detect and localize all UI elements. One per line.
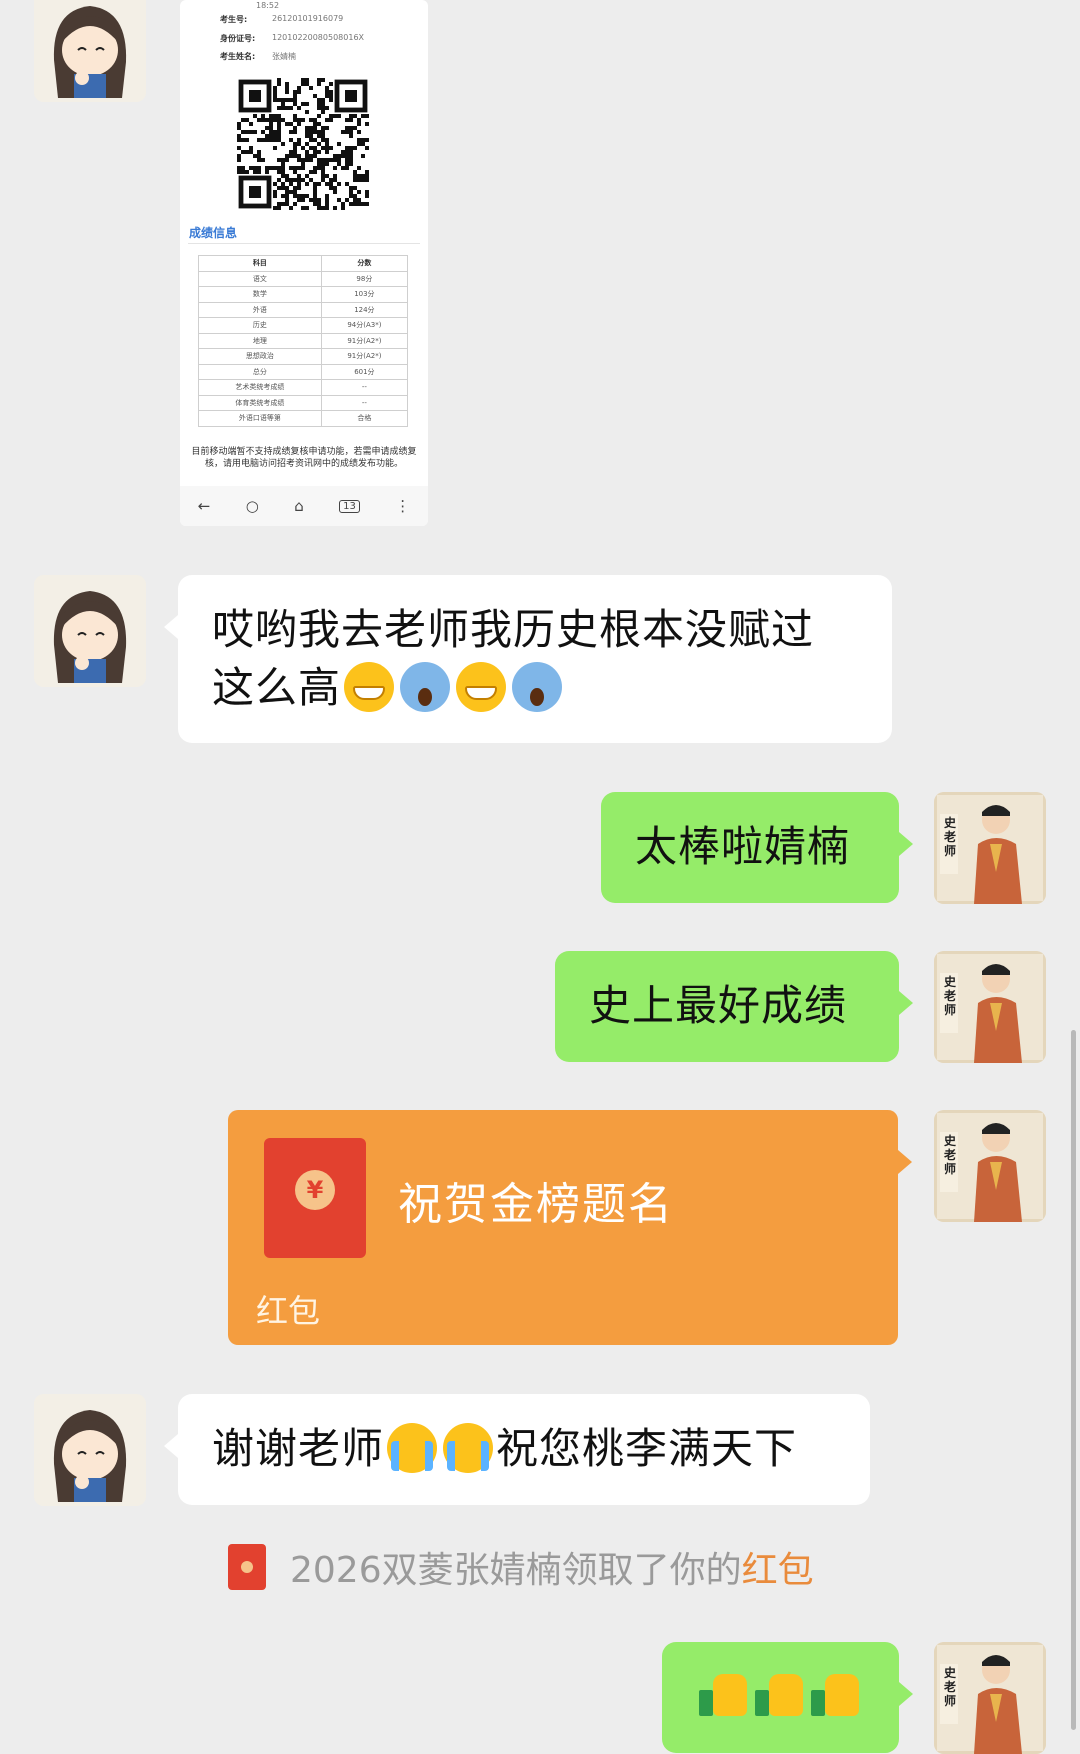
thumbs-up-emoji-icon [755, 1668, 805, 1718]
message-text: 谢谢老师 祝您桃李满天下 [212, 1420, 836, 1478]
exam-number-label: 考生号: [220, 15, 248, 24]
browser-nav-bar: ← ○ ⌂ 13 ⋮ [180, 486, 428, 526]
table-row: 思想政治 91分(A2*) [198, 348, 409, 365]
red-packet-title: 祝贺金榜题名 [398, 1179, 674, 1230]
thumbs-up-emoji-icon [811, 1668, 861, 1718]
table-cell: 外语口语等第 [198, 410, 322, 427]
grin-emoji-icon [456, 662, 507, 712]
score-review-note: 目前移动端暂不支持成绩复核申请功能，若需申请成绩复核，请用电脑访问招考资讯网中的… [191, 447, 417, 469]
teacher-avatar-caption: 史老师 [944, 1666, 957, 1708]
home-icon: ⌂ [294, 497, 304, 515]
student-avatar[interactable] [34, 1394, 146, 1506]
table-cell: -- [320, 394, 409, 411]
table-cell: 601分 [320, 363, 409, 380]
student-avatar-icon [34, 0, 146, 102]
message-line: 哎哟我去老师我历史根本没赋过 [212, 605, 815, 654]
chat-bubble-teacher[interactable]: 太棒啦婧楠 [601, 792, 913, 903]
table-header-score: 分数 [320, 255, 409, 272]
crying-emoji-icon [443, 1423, 494, 1473]
teacher-avatar-caption: 史老师 [944, 1134, 957, 1176]
teacher-avatar[interactable]: 史老师 [934, 1642, 1046, 1754]
table-row: 总分 601分 [198, 363, 409, 380]
table-cell: 外语 [198, 301, 322, 318]
teacher-avatar-caption: 史老师 [944, 816, 957, 858]
message-text: 太棒啦婧楠 [635, 822, 851, 871]
table-cell: -- [320, 379, 409, 396]
crying-emoji-icon [387, 1423, 438, 1473]
student-avatar[interactable] [34, 0, 146, 102]
table-row: 地理 91分(A2*) [198, 332, 409, 349]
tabs-count-icon: 13 [339, 499, 360, 513]
score-table: 科目 分数 语文 98分 数学 103分 外语 124分 历史 94分(A3*) 地理 9… [198, 255, 409, 427]
teacher-avatar-caption: 史老师 [944, 975, 957, 1017]
scream-emoji-icon [400, 662, 451, 712]
student-avatar-icon [34, 575, 146, 687]
table-cell: 94分(A3*) [320, 317, 409, 334]
table-cell: 历史 [198, 317, 322, 334]
table-cell: 思想政治 [198, 348, 322, 365]
table-cell: 体育类统考成绩 [198, 394, 322, 411]
table-cell: 语文 [198, 270, 322, 287]
message-segment: 谢谢老师 [212, 1424, 385, 1473]
table-cell: 91分(A2*) [320, 348, 409, 365]
yuan-coin-icon: ¥ [295, 1170, 335, 1210]
student-name-value: 张婧楠 [272, 52, 296, 61]
red-packet-small-icon [228, 1544, 266, 1590]
id-number-value: 12010220080508016X [272, 33, 365, 42]
table-row: 外语口语等第 合格 [198, 410, 409, 427]
red-packet-received-notice: 2026双菱张婧楠领取了你的 红包 [228, 1542, 814, 1592]
search-icon: ○ [245, 497, 259, 515]
message-line: 这么高 [212, 663, 342, 712]
table-row: 历史 94分(A3*) [198, 317, 409, 334]
table-row: 外语 124分 [198, 301, 409, 318]
table-cell: 艺术类统考成绩 [198, 379, 322, 396]
grin-emoji-icon [344, 662, 395, 712]
back-icon: ← [197, 497, 211, 515]
student-avatar-icon [34, 1394, 146, 1506]
teacher-avatar[interactable]: 史老师 [934, 951, 1046, 1063]
divider [188, 243, 420, 244]
table-cell: 数学 [198, 286, 322, 303]
thumbs-up-emoji-icon [699, 1668, 749, 1718]
more-icon: ⋮ [395, 497, 411, 515]
table-cell: 合格 [320, 410, 409, 427]
scrollbar[interactable] [1071, 1030, 1076, 1730]
table-row: 艺术类统考成绩 -- [198, 379, 409, 396]
table-cell: 地理 [198, 332, 322, 349]
chat-bubble-student[interactable]: 哎哟我去老师我历史根本没赋过 这么高 [164, 575, 892, 743]
teacher-avatar[interactable]: 史老师 [934, 1110, 1046, 1222]
table-cell: 103分 [320, 286, 409, 303]
id-number-label: 身份证号: [220, 34, 256, 43]
table-header-subject: 科目 [198, 255, 322, 272]
table-cell: 总分 [198, 363, 322, 380]
red-packet-link[interactable]: 红包 [742, 1541, 814, 1593]
message-segment: 祝您桃李满天下 [496, 1424, 798, 1473]
notice-text: 2026双菱张婧楠领取了你的 [290, 1550, 742, 1591]
qr-code-icon [237, 78, 369, 210]
table-row: 体育类统考成绩 -- [198, 394, 409, 411]
student-avatar[interactable] [34, 575, 146, 687]
table-row: 语文 98分 [198, 270, 409, 287]
message-text: 史上最好成绩 [589, 981, 848, 1030]
chat-bubble-teacher[interactable]: 史上最好成绩 [555, 951, 913, 1062]
student-name-label: 考生姓名: [220, 52, 256, 61]
exam-number-value: 26120101916079 [272, 14, 344, 23]
table-cell: 98分 [320, 270, 409, 287]
table-row: 数学 103分 [198, 286, 409, 303]
scream-emoji-icon [512, 662, 563, 712]
chat-bubble-teacher[interactable] [662, 1642, 913, 1753]
table-cell: 91分(A2*) [320, 332, 409, 349]
chat-bubble-student[interactable]: 谢谢老师 祝您桃李满天下 [164, 1394, 870, 1505]
red-packet-icon: ¥ [264, 1138, 366, 1258]
score-screenshot-image[interactable]: 18:52 考生号: 26120101916079 身份证号: 12010220… [180, 0, 428, 526]
table-cell: 124分 [320, 301, 409, 318]
red-packet-card[interactable]: ¥ 祝贺金榜题名 红包 [228, 1110, 912, 1345]
red-packet-label: 红包 [256, 1292, 321, 1330]
message-text: 哎哟我去老师我历史根本没赋过 这么高 [212, 601, 858, 717]
screenshot-status-time: 18:52 [256, 1, 280, 10]
score-info-title: 成绩信息 [189, 226, 238, 240]
teacher-avatar[interactable]: 史老师 [934, 792, 1046, 904]
